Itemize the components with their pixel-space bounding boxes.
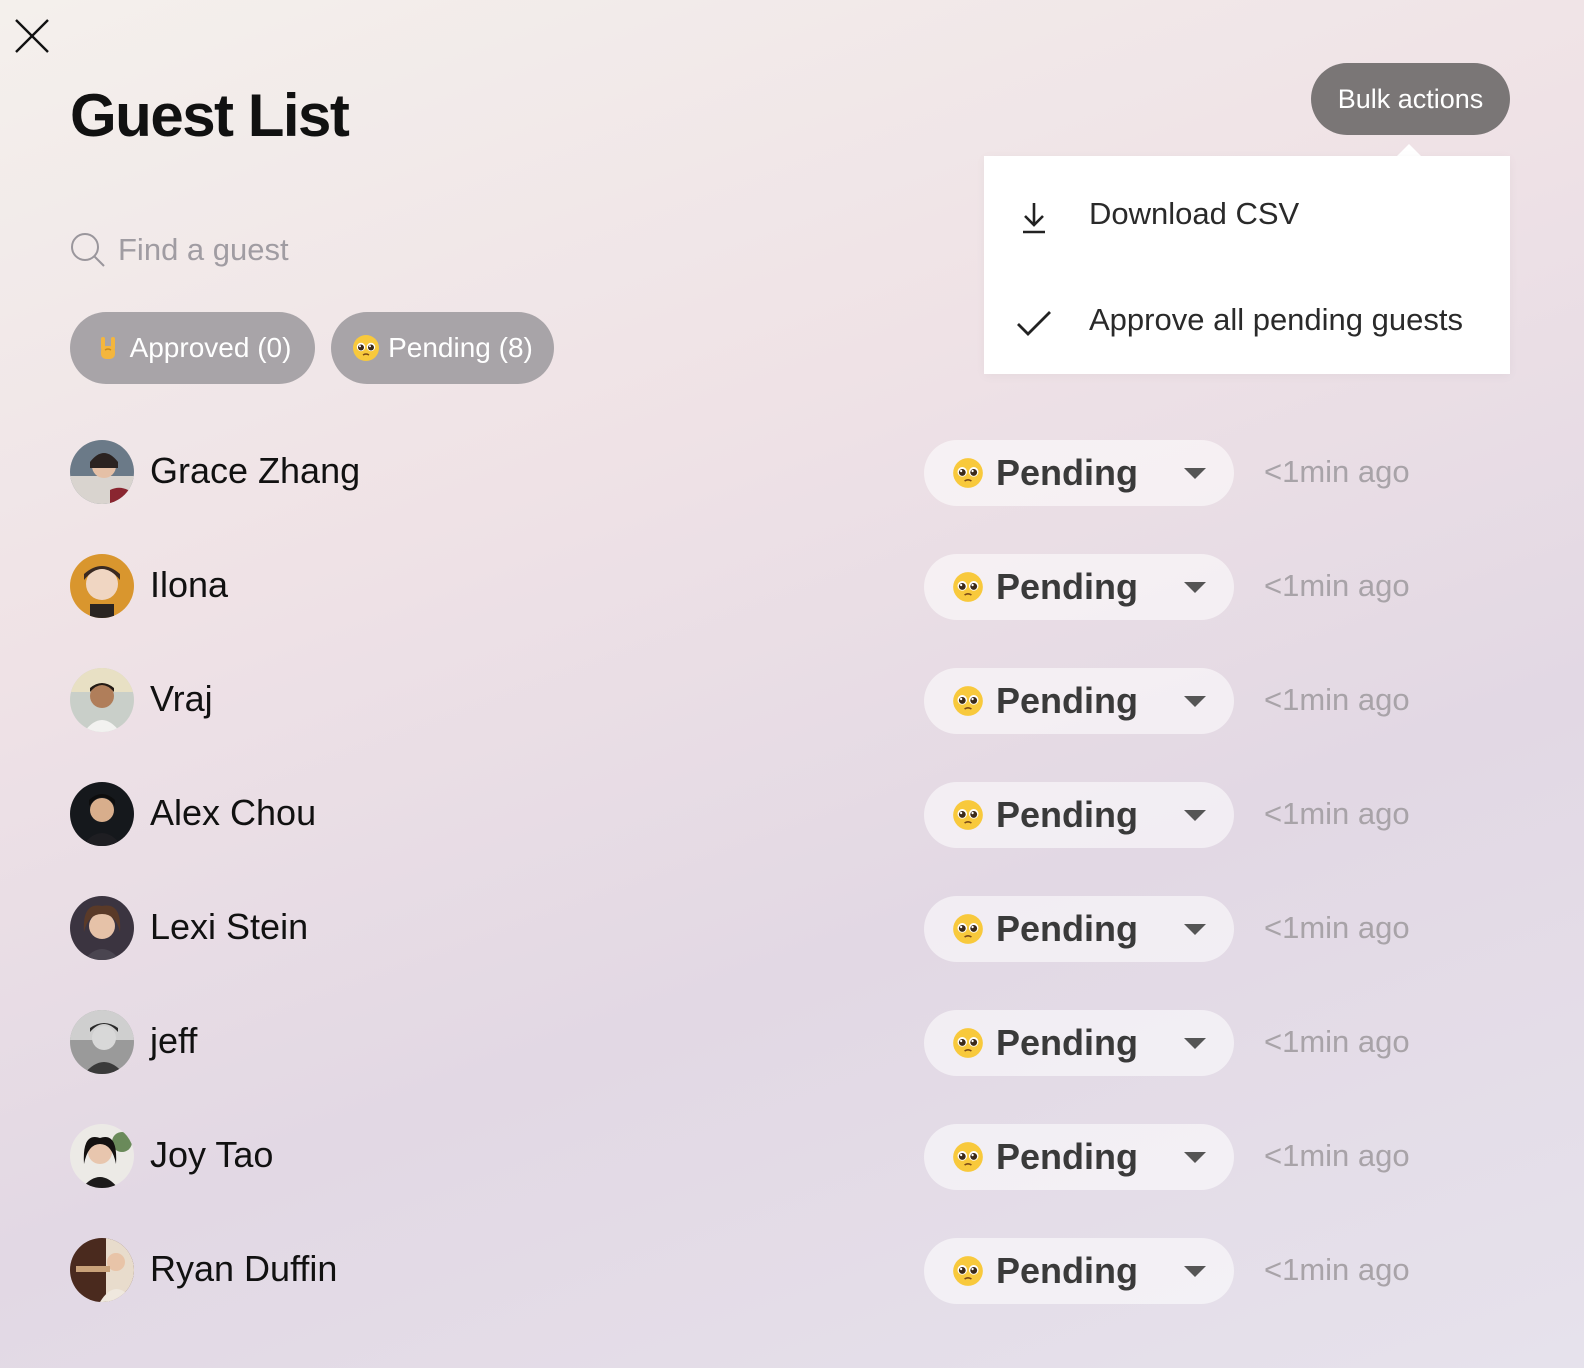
- status-dropdown[interactable]: Pending: [924, 440, 1234, 506]
- filter-pending-label: Pending (8): [388, 332, 533, 363]
- status-label: Pending: [996, 794, 1138, 835]
- chevron-down-icon: [1184, 810, 1206, 821]
- pleading-face-emoji: [953, 1028, 983, 1058]
- download-csv-menu-item[interactable]: Download CSV: [984, 164, 1510, 264]
- status-dropdown[interactable]: Pending: [924, 668, 1234, 734]
- chevron-down-icon: [1184, 696, 1206, 707]
- status-dropdown[interactable]: Pending: [924, 554, 1234, 620]
- pleading-face-emoji: [953, 572, 983, 602]
- filter-approved[interactable]: Approved (0): [70, 312, 315, 384]
- chevron-down-icon: [1184, 924, 1206, 935]
- status-dropdown[interactable]: Pending: [924, 1238, 1234, 1304]
- chevron-down-icon: [1184, 1152, 1206, 1163]
- filter-pending[interactable]: Pending (8): [331, 312, 554, 384]
- rock-on-hand-emoji: [100, 337, 115, 359]
- search-bar: [70, 225, 570, 275]
- time-ago: <1min ago: [1264, 454, 1410, 489]
- checkmark-icon: [1017, 311, 1051, 336]
- close-icon: [15, 19, 49, 53]
- dropdown-caret: [1397, 144, 1421, 156]
- avatar[interactable]: [70, 1010, 134, 1074]
- approve-all-label: Approve all pending guests: [1089, 302, 1463, 337]
- approve-all-menu-item[interactable]: Approve all pending guests: [984, 270, 1510, 370]
- guest-name: Lexi Stein: [150, 906, 309, 947]
- chevron-down-icon: [1184, 468, 1206, 479]
- guest-row: Ryan Duffin Pending <1min ago: [70, 1238, 1430, 1304]
- time-ago: <1min ago: [1264, 910, 1410, 945]
- time-ago: <1min ago: [1264, 1252, 1410, 1287]
- status-label: Pending: [996, 908, 1138, 949]
- guest-row: Grace Zhang Pending <1min ago: [70, 440, 1430, 506]
- chevron-down-icon: [1184, 1038, 1206, 1049]
- chevron-down-icon: [1184, 1266, 1206, 1277]
- guest-name: Joy Tao: [150, 1134, 274, 1175]
- bulk-actions-menu: Download CSV Approve all pending guests: [984, 156, 1510, 374]
- download-icon: [1023, 203, 1045, 234]
- pleading-face-emoji: [953, 914, 983, 944]
- search-input[interactable]: [116, 231, 560, 269]
- guest-name: Grace Zhang: [150, 450, 361, 491]
- pleading-face-emoji: [953, 800, 983, 830]
- status-dropdown[interactable]: Pending: [924, 1124, 1234, 1190]
- search-icon: [71, 233, 105, 267]
- status-label: Pending: [996, 1022, 1138, 1063]
- status-label: Pending: [996, 1250, 1138, 1291]
- download-csv-label: Download CSV: [1089, 196, 1300, 231]
- status-label: Pending: [996, 566, 1138, 607]
- page-title: Guest List: [70, 82, 350, 149]
- guest-name: jeff: [150, 1020, 198, 1061]
- pleading-face-emoji: [953, 1142, 983, 1172]
- guest-name: Ilona: [150, 564, 229, 605]
- pleading-face-emoji: [953, 458, 983, 488]
- close-button[interactable]: [12, 16, 52, 56]
- avatar[interactable]: [70, 554, 134, 618]
- status-label: Pending: [996, 680, 1138, 721]
- avatar[interactable]: [70, 440, 134, 504]
- guest-name: Alex Chou: [150, 792, 317, 833]
- status-dropdown[interactable]: Pending: [924, 1010, 1234, 1076]
- guest-row: jeff Pending <1min ago: [70, 1010, 1430, 1076]
- status-label: Pending: [996, 1136, 1138, 1177]
- bulk-actions-button[interactable]: Bulk actions: [1311, 63, 1510, 135]
- avatar[interactable]: [70, 668, 134, 732]
- time-ago: <1min ago: [1264, 1138, 1410, 1173]
- status-dropdown[interactable]: Pending: [924, 896, 1234, 962]
- pleading-face-emoji: [953, 1256, 983, 1286]
- guest-row: Ilona Pending <1min ago: [70, 554, 1430, 620]
- avatar[interactable]: [70, 1238, 134, 1302]
- status-dropdown[interactable]: Pending: [924, 782, 1234, 848]
- time-ago: <1min ago: [1264, 682, 1410, 717]
- guest-row: Vraj Pending <1min ago: [70, 668, 1430, 734]
- guest-row: Alex Chou Pending <1min ago: [70, 782, 1430, 848]
- time-ago: <1min ago: [1264, 568, 1410, 603]
- time-ago: <1min ago: [1264, 796, 1410, 831]
- guest-row: Joy Tao Pending <1min ago: [70, 1124, 1430, 1190]
- avatar[interactable]: [70, 1124, 134, 1188]
- avatar[interactable]: [70, 896, 134, 960]
- status-label: Pending: [996, 452, 1138, 493]
- pleading-face-emoji: [353, 335, 380, 361]
- avatar[interactable]: [70, 782, 134, 846]
- pleading-face-emoji: [953, 686, 983, 716]
- chevron-down-icon: [1184, 582, 1206, 593]
- time-ago: <1min ago: [1264, 1024, 1410, 1059]
- guest-row: Lexi Stein Pending <1min ago: [70, 896, 1430, 962]
- guest-name: Vraj: [150, 678, 213, 719]
- filter-approved-label: Approved (0): [129, 332, 292, 363]
- guest-name: Ryan Duffin: [150, 1248, 338, 1289]
